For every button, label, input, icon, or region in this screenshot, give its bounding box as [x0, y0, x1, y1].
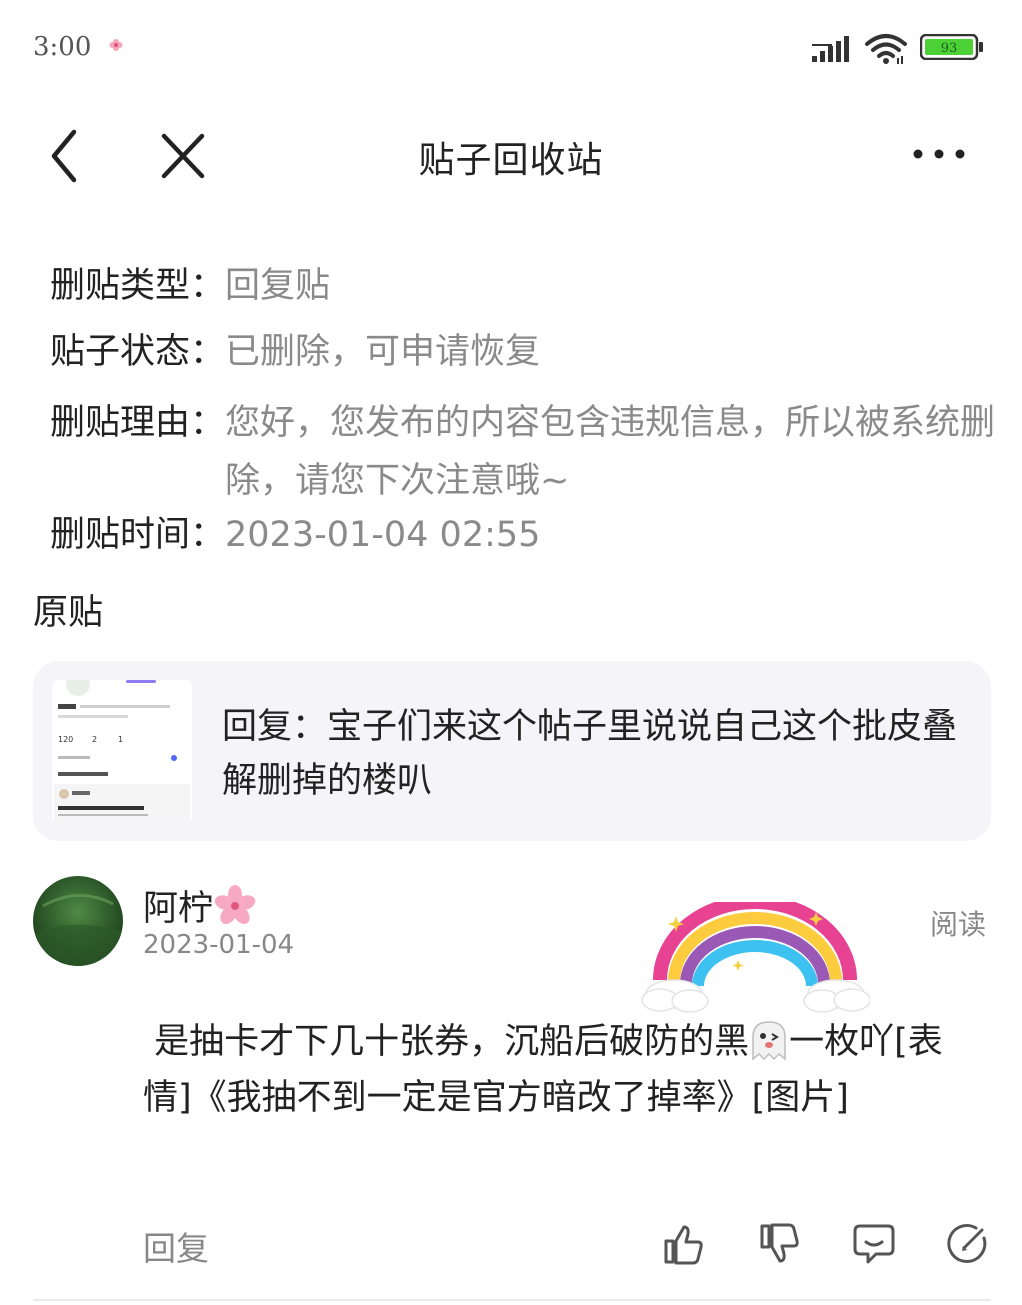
comment-icon	[853, 1224, 895, 1264]
post-status-value: 已删除，可申请恢复	[225, 332, 541, 372]
dislike-button[interactable]	[758, 1222, 802, 1266]
comment-text-part1: 是抽卡才下几十张券，沉船后破防的黑	[143, 1022, 750, 1062]
read-label[interactable]: 阅读	[930, 903, 986, 943]
flower-emoji-icon	[214, 884, 256, 924]
rainbow-sticker	[640, 902, 870, 1020]
comment-username[interactable]: 阿柠	[143, 880, 257, 931]
comment-button[interactable]	[852, 1222, 896, 1266]
like-button[interactable]	[662, 1222, 706, 1266]
more-button[interactable]	[906, 140, 972, 168]
delete-time-row: 删贴时间： 2023-01-04 02:55	[50, 511, 1000, 559]
wifi-icon	[864, 32, 908, 66]
delete-time-value: 2023-01-04 02:55	[225, 515, 541, 555]
reply-button[interactable]: 回复	[143, 1222, 209, 1270]
edit-button[interactable]	[946, 1222, 990, 1266]
username-text: 阿柠	[143, 889, 214, 929]
post-status-row: 贴子状态： 已删除，可申请恢复	[50, 328, 1000, 376]
comment-body: 是抽卡才下几十张券，沉船后破防的黑 一枚吖[表情]《我抽不到一定是官方暗改了掉率》…	[143, 1014, 983, 1126]
post-status-label: 贴子状态：	[50, 332, 226, 372]
battery-icon: 93	[920, 34, 984, 60]
svg-text:2: 2	[92, 735, 97, 744]
delete-reason-value: 您好，您发布的内容包含违规信息，所以被系统删除，请您下次注意哦~	[225, 403, 996, 501]
svg-text:120: 120	[58, 735, 73, 744]
more-icon	[913, 149, 965, 159]
delete-reason-label: 删贴理由：	[50, 403, 226, 443]
edit-icon	[947, 1224, 987, 1263]
notification-flower-icon	[108, 37, 124, 53]
status-time: 3:00	[33, 32, 92, 62]
divider	[33, 1299, 991, 1301]
original-post-thumbnail[interactable]: 120 2 1	[52, 680, 192, 822]
svg-text:1: 1	[118, 735, 123, 744]
thumbs-up-icon	[664, 1225, 703, 1265]
avatar[interactable]	[33, 876, 123, 966]
svg-text:93: 93	[941, 41, 958, 56]
delete-time-label: 删贴时间：	[50, 515, 226, 555]
delete-type-value: 回复贴	[225, 266, 331, 306]
delete-reason-row: 删贴理由： 您好，您发布的内容包含违规信息，所以被系统删除，请您下次注意哦~	[50, 394, 1000, 510]
page-title: 贴子回收站	[418, 140, 604, 181]
original-post-heading: 原贴	[33, 593, 104, 633]
delete-type-row: 删贴类型： 回复贴	[50, 262, 1000, 310]
delete-type-label: 删贴类型：	[50, 266, 226, 306]
thumbs-down-icon	[760, 1223, 799, 1263]
signal-icon	[812, 34, 852, 64]
ghost-emoji-icon	[752, 1021, 786, 1061]
original-post-text[interactable]: 回复：宝子们来这个帖子里说说自己这个批皮叠解删掉的楼叭	[222, 700, 962, 808]
comment-date: 2023-01-04	[143, 930, 295, 960]
